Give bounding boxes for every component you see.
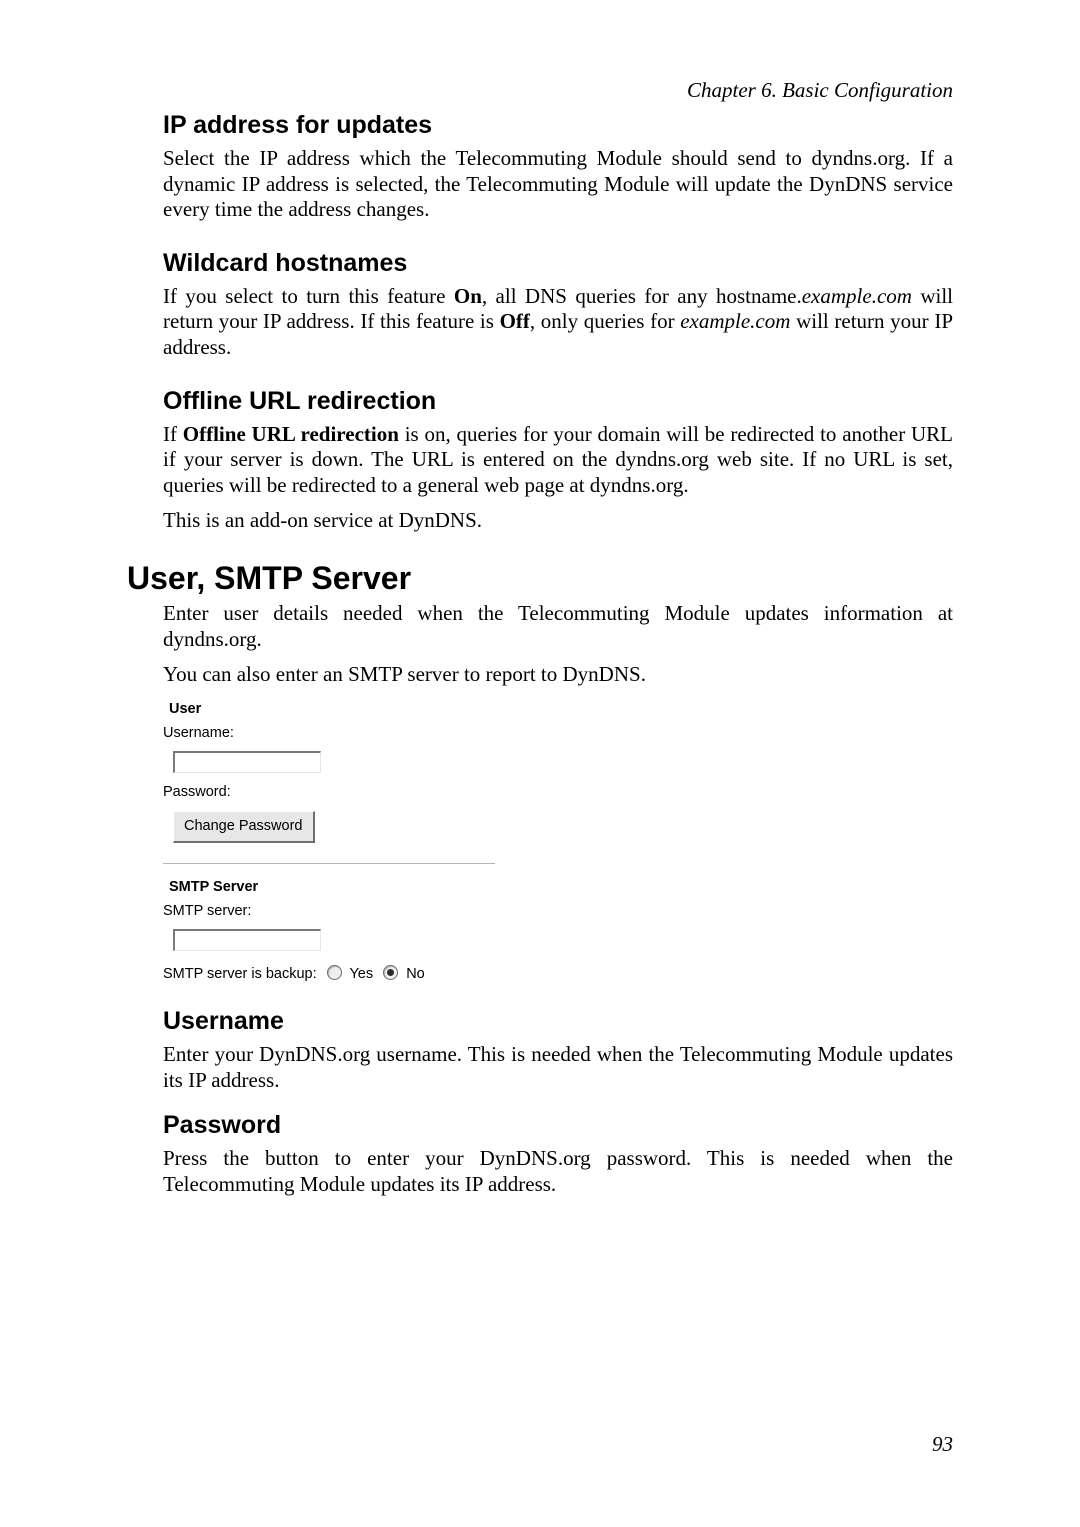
- radio-no-label: No: [406, 966, 425, 982]
- password-label: Password:: [163, 781, 495, 803]
- heading-username: Username: [163, 1007, 953, 1036]
- page-number: 93: [932, 1432, 953, 1457]
- heading-password: Password: [163, 1111, 953, 1140]
- heading-ip-address-for-updates: IP address for updates: [163, 111, 953, 140]
- paragraph-user-smtp-2: You can also enter an SMTP server to rep…: [163, 662, 953, 688]
- user-section-header: User: [169, 698, 495, 720]
- paragraph-password: Press the button to enter your DynDNS.or…: [163, 1146, 953, 1197]
- paragraph-wildcard: If you select to turn this feature On, a…: [163, 284, 953, 361]
- embedded-ui-panel: User Username: Password: Change Password…: [163, 698, 495, 985]
- wildcard-t1: If you select to turn this feature: [163, 284, 454, 308]
- change-password-button[interactable]: Change Password: [173, 811, 315, 842]
- offline-p1b: Offline URL redirection: [183, 422, 399, 446]
- smtp-server-label: SMTP server:: [163, 900, 495, 922]
- smtp-backup-row: SMTP server is backup: Yes No: [163, 963, 495, 985]
- smtp-server-header: SMTP Server: [169, 876, 495, 898]
- paragraph-ip-updates: Select the IP address which the Telecomm…: [163, 146, 953, 223]
- username-label: Username:: [163, 722, 495, 744]
- wildcard-example1: example.com: [802, 284, 912, 308]
- radio-yes-label: Yes: [349, 966, 373, 982]
- radio-yes[interactable]: [327, 965, 342, 980]
- heading-wildcard-hostnames: Wildcard hostnames: [163, 249, 953, 278]
- paragraph-offline-2: This is an add-on service at DynDNS.: [163, 508, 953, 534]
- smtp-backup-label: SMTP server is backup:: [163, 966, 317, 982]
- paragraph-username: Enter your DynDNS.org username. This is …: [163, 1042, 953, 1093]
- radio-no[interactable]: [383, 965, 398, 980]
- offline-p1a: If: [163, 422, 183, 446]
- wildcard-t4: , only queries for: [530, 309, 680, 333]
- wildcard-on: On: [454, 284, 482, 308]
- paragraph-offline-1: If Offline URL redirection is on, querie…: [163, 422, 953, 499]
- wildcard-example2: example.com: [680, 309, 790, 333]
- heading-offline-url-redirection: Offline URL redirection: [163, 387, 953, 416]
- divider: [163, 863, 495, 864]
- smtp-server-input[interactable]: [173, 929, 321, 951]
- heading-user-smtp-server: User, SMTP Server: [127, 560, 953, 597]
- wildcard-off: Off: [500, 309, 530, 333]
- chapter-header: Chapter 6. Basic Configuration: [127, 78, 953, 103]
- wildcard-t2: , all DNS queries for any hostname.: [482, 284, 802, 308]
- paragraph-user-smtp-1: Enter user details needed when the Telec…: [163, 601, 953, 652]
- username-input[interactable]: [173, 751, 321, 773]
